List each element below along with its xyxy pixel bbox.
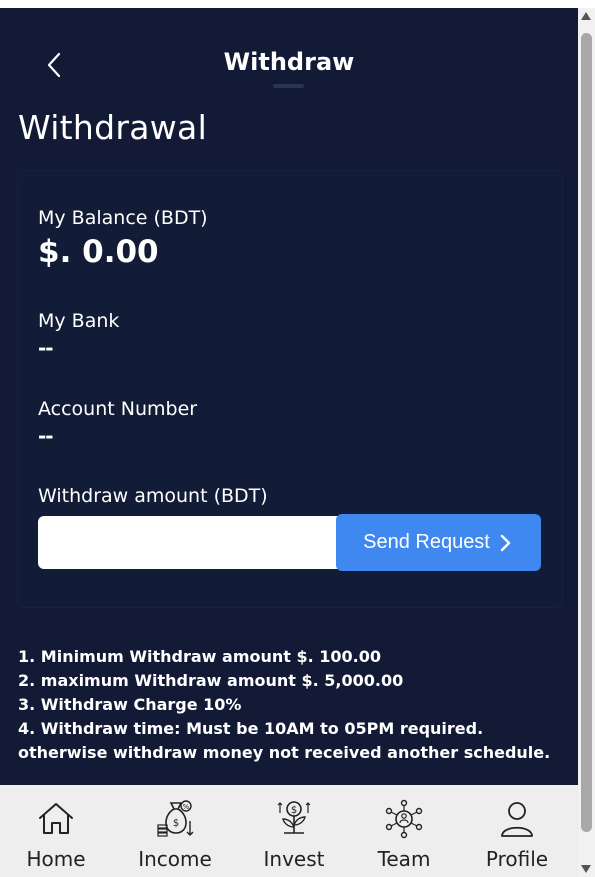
svg-text:%: % [183,803,190,811]
send-request-button[interactable]: Send Request [336,514,541,571]
bank-label: My Bank [38,310,120,332]
bank-value: -- [38,336,54,360]
rule-item: 4. Withdraw time: Must be 10AM to 05PM r… [18,719,551,762]
nav-label-invest: Invest [263,847,325,871]
bottom-nav: Home $ % Income $ Invest Team Profile [0,785,578,877]
page-title: Withdraw [223,48,355,76]
nav-label-home: Home [26,847,86,871]
home-icon [39,803,73,834]
scrollbar-thumb[interactable] [581,33,592,832]
withdraw-amount-input[interactable] [38,516,340,569]
withdraw-amount-label: Withdraw amount (BDT) [38,485,268,507]
header: Withdraw [0,8,578,98]
rule-item: 1. Minimum Withdraw amount $. 100.00 [18,647,382,666]
nav-label-income: Income [138,847,212,871]
nav-item-profile[interactable]: Profile [467,785,567,877]
nav-label-team: Team [377,847,431,871]
balance-value: $. 0.00 [38,234,159,270]
money-bag-icon: $ % [157,800,194,837]
send-request-label: Send Request [363,531,490,553]
svg-text:$: $ [173,818,179,829]
nav-label-profile: Profile [485,847,549,871]
withdraw-input-group: Send Request [38,514,541,571]
network-icon [385,799,423,839]
user-icon [501,802,533,837]
vertical-scrollbar[interactable] [578,8,595,877]
scroll-up-arrow-icon[interactable] [581,12,591,20]
nav-item-invest[interactable]: $ Invest [244,785,344,877]
balance-label: My Balance (BDT) [38,207,208,229]
nav-item-home[interactable]: Home [6,785,106,877]
section-heading: Withdrawal [18,108,208,147]
account-number-label: Account Number [38,398,198,420]
withdraw-card: My Balance (BDT) $. 0.00 My Bank -- Acco… [18,171,562,607]
withdraw-rules: 1. Minimum Withdraw amount $. 100.00 2. … [18,645,563,765]
chevron-right-icon [500,534,511,551]
scroll-down-arrow-icon[interactable] [581,865,591,873]
rule-item: 3. Withdraw Charge 10% [18,695,242,714]
title-underline [273,84,304,88]
nav-item-team[interactable]: Team [354,785,454,877]
app-screen: Withdraw Withdrawal My Balance (BDT) $. … [0,8,578,877]
rule-item: 2. maximum Withdraw amount $. 5,000.00 [18,671,404,690]
svg-text:$: $ [291,805,297,816]
nav-item-income[interactable]: $ % Income [125,785,225,877]
account-number-value: -- [38,424,54,448]
plant-coin-icon: $ [277,801,311,834]
